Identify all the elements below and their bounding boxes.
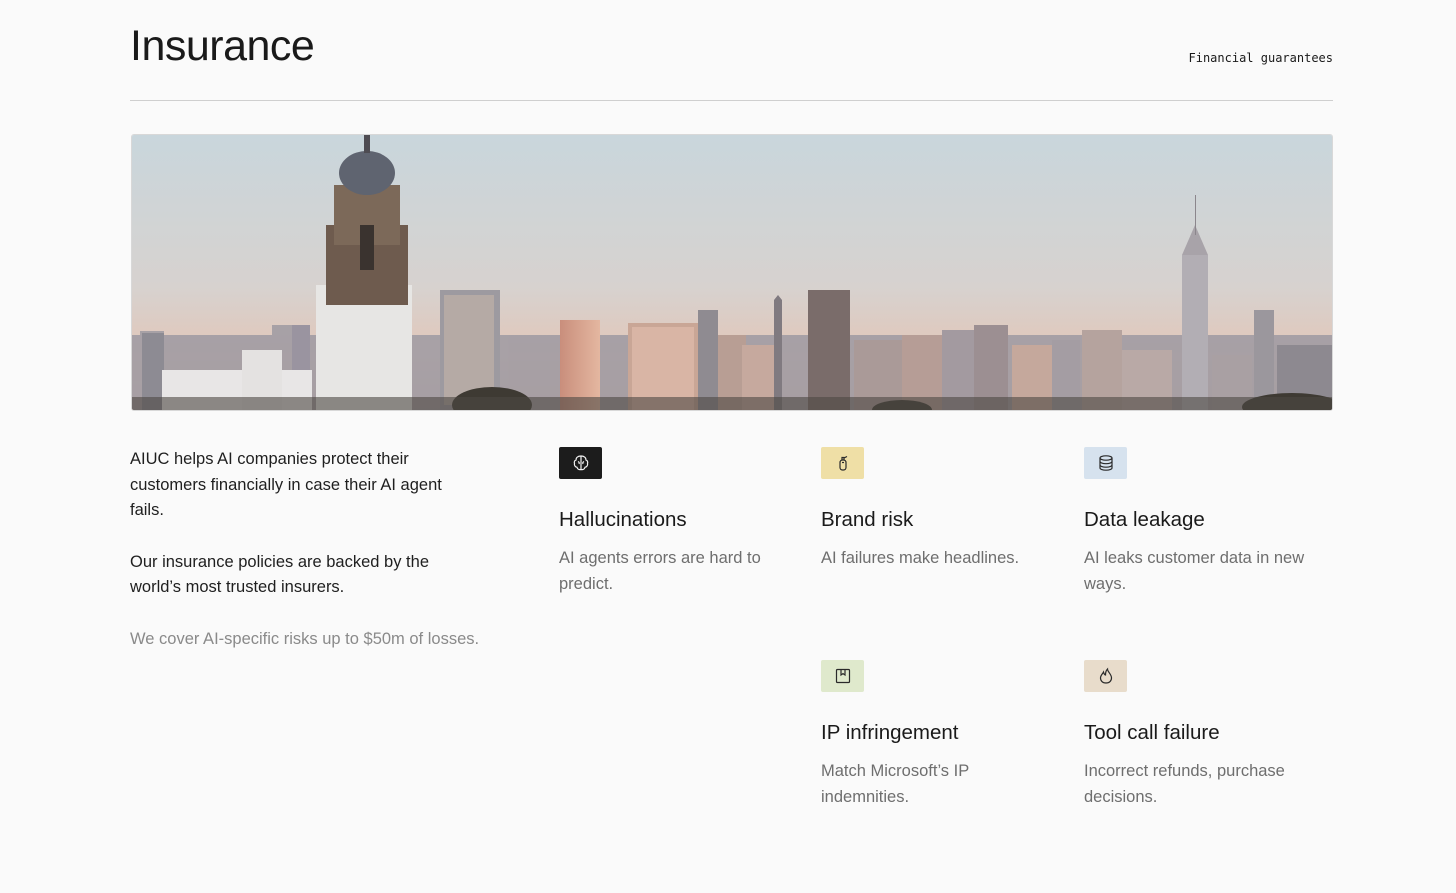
fire-extinguisher-icon: [821, 447, 864, 479]
city-skyline-photo: [132, 135, 1332, 410]
coverage-note: We cover AI-specific risks up to $50m of…: [130, 629, 480, 648]
risk-card-data-leakage: Data leakage AI leaks customer data in n…: [1084, 447, 1324, 597]
risk-description: AI leaks customer data in new ways.: [1084, 549, 1305, 593]
risk-card-hallucinations: Hallucinations AI agents errors are hard…: [559, 447, 799, 597]
risk-description: Match Microsoft’s IP indemnities.: [821, 762, 969, 806]
risk-card-tool-call-failure: Tool call failure Incorrect refunds, pur…: [1084, 660, 1324, 810]
flame-icon: [1084, 660, 1127, 692]
hero-image: [131, 134, 1333, 411]
risk-title: IP infringement: [821, 721, 959, 744]
section-header: Insurance Financial guarantees: [130, 0, 1333, 101]
risk-title: Data leakage: [1084, 508, 1205, 531]
risk-title: Brand risk: [821, 508, 914, 531]
database-icon: [1084, 447, 1127, 479]
bookmark-box-icon: [821, 660, 864, 692]
risk-card-brand-risk: Brand risk AI failures make headlines.: [821, 447, 1061, 572]
risk-title: Hallucinations: [559, 508, 687, 531]
intro-text: AIUC helps AI companies protect their cu…: [130, 447, 490, 652]
risk-title: Tool call failure: [1084, 721, 1220, 744]
section-tag: Financial guarantees: [1188, 51, 1334, 65]
risk-description: Incorrect refunds, purchase decisions.: [1084, 762, 1285, 806]
intro-paragraph: Our insurance policies are backed by the…: [130, 552, 429, 597]
intro-paragraph: AIUC helps AI companies protect their cu…: [130, 450, 442, 519]
insurance-page: Insurance Financial guarantees AIUC help…: [0, 0, 1456, 893]
brain-icon: [559, 447, 602, 479]
risk-card-ip-infringement: IP infringement Match Microsoft’s IP ind…: [821, 660, 1061, 810]
page-title: Insurance: [130, 22, 315, 70]
risk-description: AI failures make headlines.: [821, 549, 1020, 567]
risk-description: AI agents errors are hard to predict.: [559, 549, 761, 593]
